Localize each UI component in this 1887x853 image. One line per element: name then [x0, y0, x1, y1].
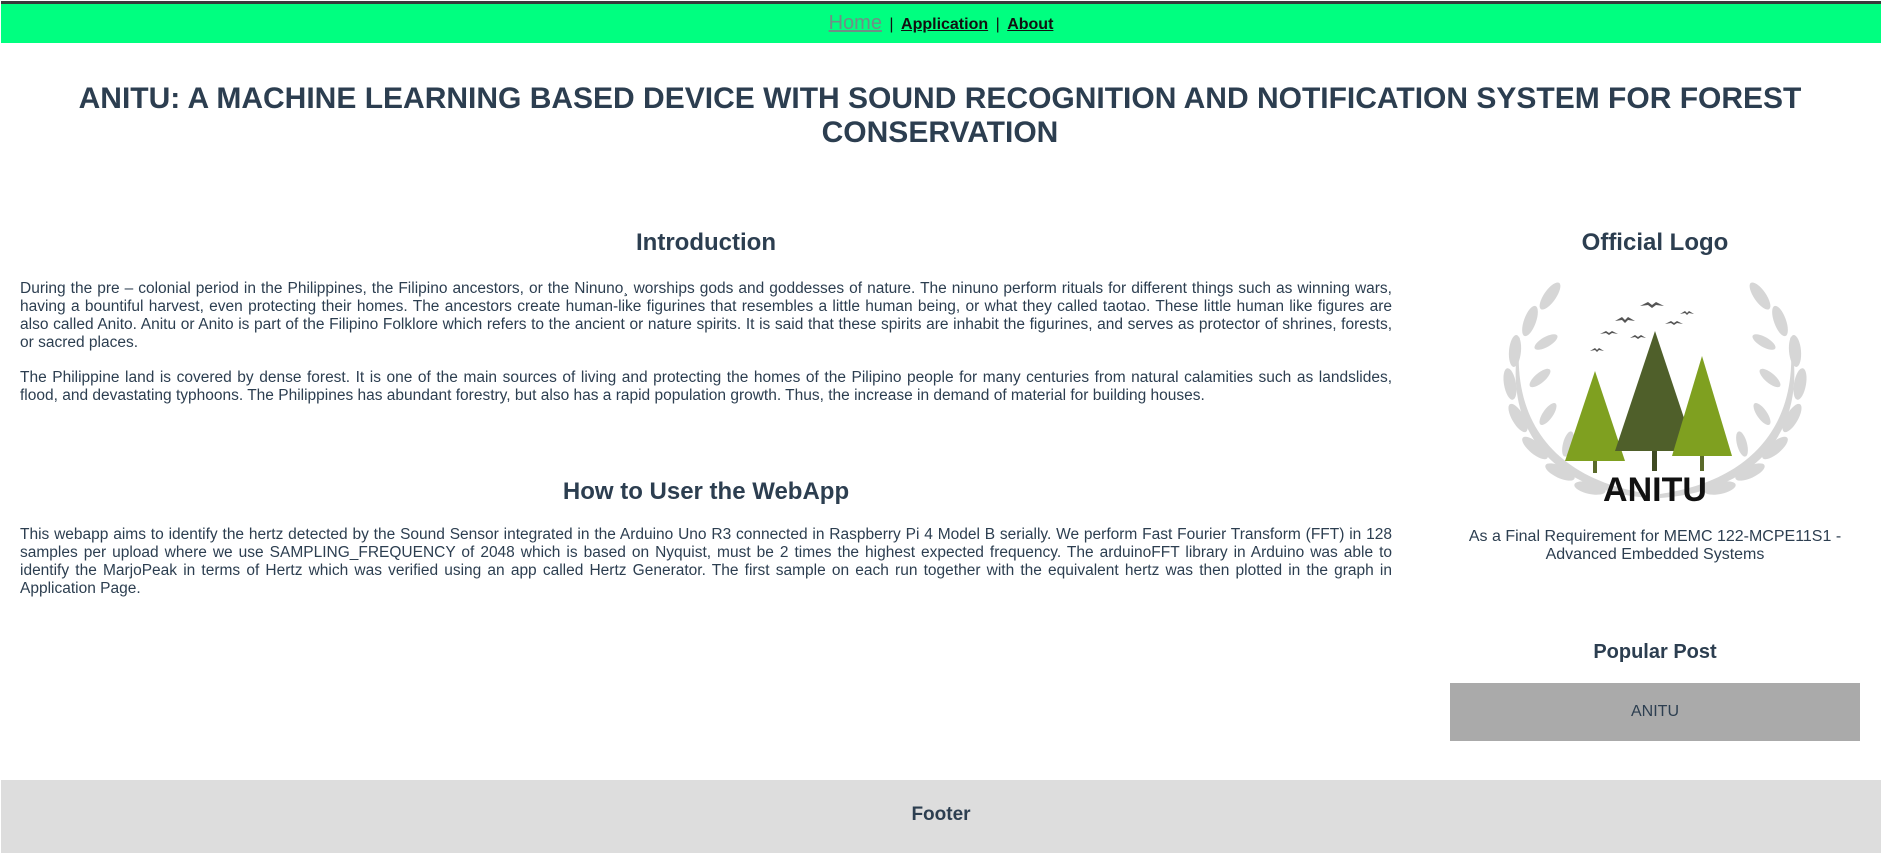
trees — [1565, 331, 1732, 473]
popular-post-heading: Popular Post — [1593, 641, 1717, 663]
sidebar: Official Logo ANITU As a Final Requireme… — [1450, 228, 1860, 741]
logo-text: ANITU — [1603, 471, 1707, 506]
laurel-right — [1660, 282, 1807, 498]
page-title-line-1: ANITU: A MACHINE LEARNING BASED DEVICE W… — [78, 82, 1802, 115]
nav-separator: | — [995, 16, 1000, 33]
top-navigation-bar: Home | Application | About — [1, 1, 1881, 43]
nav-link-home[interactable]: Home — [829, 12, 882, 34]
nav-link-application[interactable]: Application — [901, 16, 988, 33]
popular-post-item[interactable]: ANITU — [1450, 683, 1860, 741]
page-title-line-2: CONSERVATION — [821, 116, 1059, 149]
logo-caption: As a Final Requirement for MEMC 122-MCPE… — [1468, 528, 1842, 563]
introduction-paragraph-1: During the pre – colonial period in the … — [20, 280, 1392, 351]
laurel-left — [1503, 282, 1650, 498]
anitu-logo-image: ANITU — [1503, 282, 1807, 509]
nav-link-about[interactable]: About — [1007, 16, 1053, 33]
official-logo-heading: Official Logo — [1581, 229, 1729, 256]
page: Home | Application | About ANITU: A MACH… — [0, 0, 1887, 853]
anitu-logo: ANITU — [1490, 276, 1820, 509]
introduction-paragraph-2: The Philippine land is covered by dense … — [20, 369, 1392, 404]
birds — [1590, 302, 1694, 352]
how-to-heading: How to User the WebApp — [562, 478, 850, 505]
how-to-paragraph: This webapp aims to identify the hertz d… — [20, 526, 1392, 597]
footer: Footer — [1, 780, 1881, 853]
nav-separator: | — [889, 16, 894, 33]
introduction-heading: Introduction — [636, 229, 776, 256]
page-title: ANITU: A MACHINE LEARNING BASED DEVICE W… — [40, 82, 1840, 150]
